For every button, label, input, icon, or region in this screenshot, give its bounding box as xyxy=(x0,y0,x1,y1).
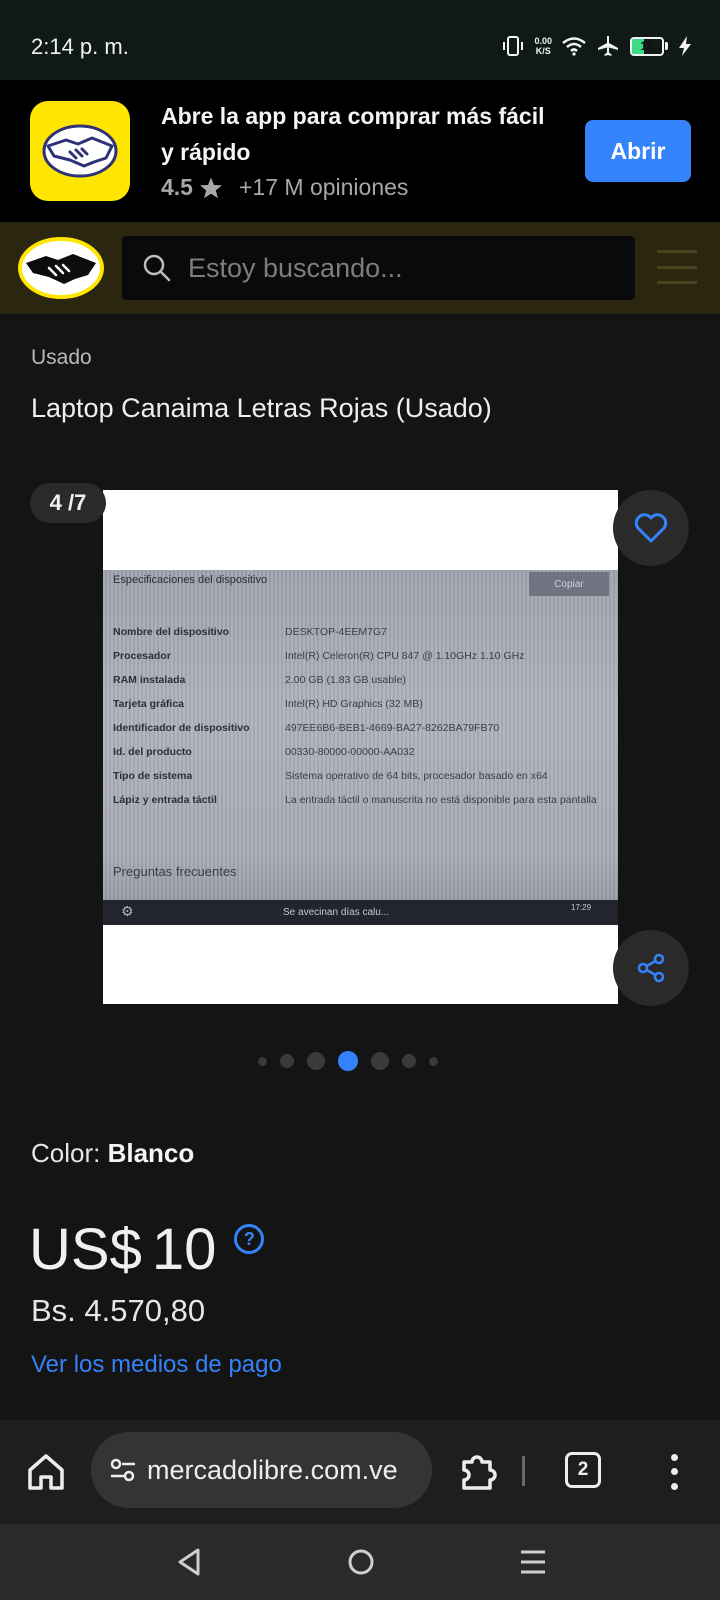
share-button[interactable] xyxy=(613,930,689,1006)
airplane-icon xyxy=(598,36,618,56)
heart-icon xyxy=(634,513,668,543)
gallery-counter: 4 /7 xyxy=(30,483,106,523)
site-settings-icon[interactable] xyxy=(107,1454,139,1486)
pagination-dot[interactable] xyxy=(429,1056,438,1066)
pagination-dot[interactable] xyxy=(402,1054,416,1068)
recents-icon[interactable] xyxy=(515,1544,551,1580)
back-icon[interactable] xyxy=(172,1544,208,1580)
spec-row: Nombre del dispositivo DESKTOP-4EEM7G7 xyxy=(113,626,387,638)
hamburger-menu-icon[interactable] xyxy=(657,250,697,284)
condition-label: Usado xyxy=(31,346,92,369)
home-circle-icon[interactable] xyxy=(343,1544,379,1580)
status-time: 2:14 p. m. xyxy=(31,34,129,59)
search-bar[interactable] xyxy=(122,236,635,300)
price-amount: 10 xyxy=(151,1217,217,1282)
spec-row: Tipo de sistema Sistema operativo de 64 … xyxy=(113,770,548,782)
color-label: Color: xyxy=(31,1138,108,1168)
gallery-pagination xyxy=(258,1050,438,1072)
price-help-icon[interactable]: ? xyxy=(234,1224,265,1254)
status-icons: 0.00 K/S 18 xyxy=(502,34,692,58)
pagination-dot-active[interactable] xyxy=(338,1051,358,1071)
extensions-icon[interactable] xyxy=(456,1448,502,1494)
pagination-dot[interactable] xyxy=(307,1052,325,1070)
spec-row: Lápiz y entrada táctil La entrada táctil… xyxy=(113,794,597,806)
net-speed: 0.00 K/S xyxy=(534,36,552,56)
wifi-icon xyxy=(562,37,586,56)
color-variant: Color: Blanco xyxy=(31,1138,194,1169)
color-value: Blanco xyxy=(107,1138,195,1168)
product-photo: Especificaciones del dispositivo Copiar … xyxy=(103,570,618,925)
browser-toolbar: mercadolibre.com.ve 2 xyxy=(0,1420,720,1524)
system-navigation-bar xyxy=(0,1524,720,1600)
toolbar-divider xyxy=(522,1456,525,1486)
taskbar-news: Se avecinan días calu... xyxy=(283,907,390,918)
spec-row: RAM instalada 2.00 GB (1.83 GB usable) xyxy=(113,674,406,686)
product-image[interactable]: Especificaciones del dispositivo Copiar … xyxy=(103,490,618,1004)
pagination-dot[interactable] xyxy=(371,1052,389,1070)
app-logo xyxy=(30,101,130,201)
pagination-dot[interactable] xyxy=(258,1056,267,1066)
open-app-button[interactable]: Abrir xyxy=(585,120,691,182)
banner-title: Abre la app para comprar más fácil y ráp… xyxy=(161,103,545,165)
price-local-currency: Bs. 4.570,80 xyxy=(31,1293,206,1328)
app-install-banner: Abre la app para comprar más fácil y ráp… xyxy=(0,80,720,222)
search-input[interactable] xyxy=(188,252,608,284)
url-text: mercadolibre.com.ve xyxy=(147,1454,398,1485)
price-currency: US$ xyxy=(29,1217,142,1282)
photo-heading: Especificaciones del dispositivo xyxy=(113,574,268,586)
star-icon xyxy=(199,177,222,198)
photo-faq-heading: Preguntas frecuentes xyxy=(113,864,237,879)
share-icon xyxy=(637,953,665,983)
vibrate-icon xyxy=(503,36,524,56)
gear-icon: ⚙ xyxy=(121,903,134,919)
charging-icon xyxy=(679,36,691,56)
photo-copy-label: Copiar xyxy=(529,572,609,596)
battery-icon: 18 xyxy=(630,36,668,56)
rating-score: 4.5 xyxy=(161,174,193,200)
battery-level: 18 xyxy=(640,38,654,53)
more-options-icon[interactable] xyxy=(661,1450,687,1494)
product-title: Laptop Canaima Letras Rojas (Usado) xyxy=(31,393,492,423)
mercadolibre-logo[interactable] xyxy=(18,237,104,299)
search-icon xyxy=(143,254,171,282)
favorite-button[interactable] xyxy=(613,490,689,566)
status-bar: 2:14 p. m. 0.00 K/S 18 xyxy=(0,0,720,80)
spec-row: Identificador de dispositivo 497EE6B6-BE… xyxy=(113,722,500,734)
banner-rating: 4.5 +17 M opiniones xyxy=(161,174,408,201)
price: US$ 10 ? xyxy=(29,1217,265,1282)
net-speed-unit: K/S xyxy=(535,46,551,56)
photo-taskbar: ⚙ Se avecinan días calu... 17:29 xyxy=(103,900,618,925)
spec-row: Tarjeta gráfica Intel(R) HD Graphics (32… xyxy=(113,698,423,710)
spec-row: Id. del producto 00330-80000-00000-AA032 xyxy=(113,746,415,758)
net-speed-value: 0.00 xyxy=(534,36,552,46)
review-count: +17 M opiniones xyxy=(238,174,409,200)
site-header xyxy=(0,222,720,314)
home-icon[interactable] xyxy=(24,1450,68,1494)
tab-switcher-button[interactable]: 2 xyxy=(565,1452,601,1488)
handshake-logo-icon xyxy=(42,124,118,178)
pagination-dot[interactable] xyxy=(280,1054,294,1068)
taskbar-clock: 17:29 xyxy=(571,903,592,912)
payment-methods-link[interactable]: Ver los medios de pago xyxy=(31,1351,282,1379)
address-bar[interactable]: mercadolibre.com.ve xyxy=(91,1432,432,1508)
spec-row: Procesador Intel(R) Celeron(R) CPU 847 @… xyxy=(113,650,525,662)
